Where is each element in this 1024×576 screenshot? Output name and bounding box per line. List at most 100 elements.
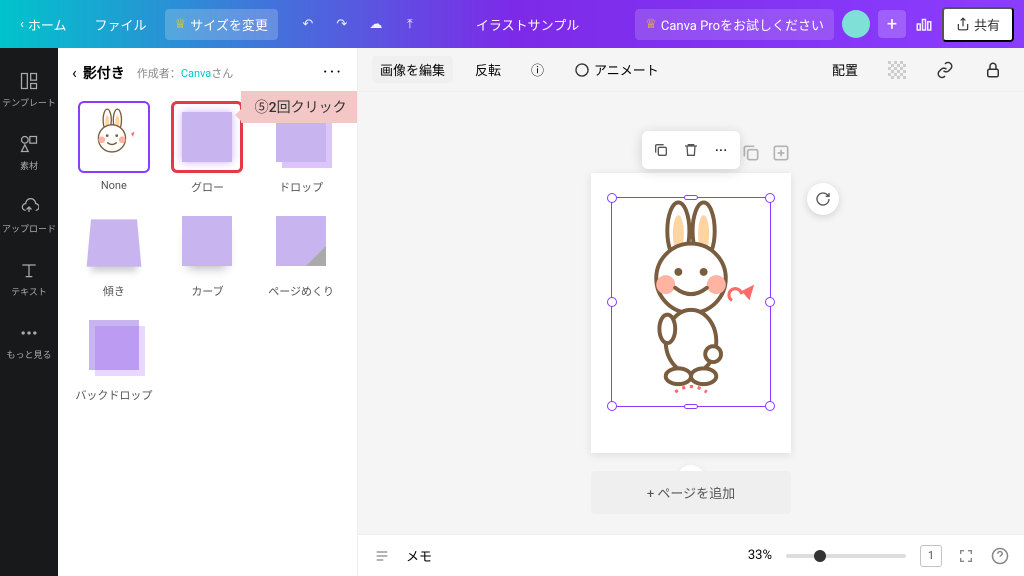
link-icon[interactable] [928,57,962,83]
more-options-button[interactable]: ··· [323,62,343,83]
more-icon [18,322,40,344]
shadow-panel: ‹ 影付き 作成者：Canvaさん ··· None ⑤2回クリック グロー ド… [58,48,358,576]
option-label: ドロップ [279,179,323,195]
rail-templates[interactable]: テンプレート [0,60,58,119]
rail-more[interactable]: もっと見る [0,312,58,371]
back-button[interactable]: ‹ [72,63,77,82]
panel-title: 影付き [83,63,125,83]
resize-handle[interactable] [684,195,698,200]
zoom-thumb[interactable] [814,550,826,562]
option-label: バックドロップ [75,387,152,403]
canvas-viewport[interactable]: ··· [358,92,1024,534]
redo-icon[interactable]: ↷ [332,14,352,34]
position-button[interactable]: 配置 [824,56,866,83]
resize-label: サイズを変更 [190,15,268,34]
rail-label: アップロード [2,222,56,235]
resize-handle[interactable] [607,193,617,203]
try-pro-button[interactable]: ♕ Canva Proをお試しください [635,9,834,40]
crown-icon: ♕ [175,17,187,32]
resize-handle[interactable] [684,404,698,409]
chevron-left-icon: ‹ [20,17,24,32]
option-label: カーブ [191,283,223,299]
file-button[interactable]: ファイル [85,9,157,40]
more-icon[interactable]: ··· [706,135,736,165]
share-icon [956,17,970,31]
try-pro-label: Canva Proをお試しください [661,15,824,34]
notes-button[interactable]: メモ [406,546,432,565]
shadow-option-backdrop[interactable]: バックドロップ [72,309,156,403]
rotate-handle[interactable] [807,183,839,215]
shadow-option-pageflip[interactable]: ページめくり [259,205,343,299]
option-label: ページめくり [268,283,334,299]
flip-button[interactable]: 反転 [467,56,509,83]
trash-icon[interactable] [676,135,706,165]
rail-elements[interactable]: 素材 [0,123,58,182]
elements-icon [18,133,40,155]
rail-label: テキスト [11,285,47,298]
option-label: グロー [191,179,224,195]
notes-icon[interactable] [372,546,392,566]
resize-handle[interactable] [765,401,775,411]
shadow-option-curve[interactable]: カーブ [166,205,250,299]
upload-icon [18,196,40,218]
rabbit-image[interactable] [612,198,770,406]
shadow-option-glow[interactable]: ⑤2回クリック グロー [166,101,250,195]
rail-label: テンプレート [2,96,56,109]
chart-icon[interactable] [914,14,934,34]
design-title[interactable]: イラストサンプル [428,15,627,34]
info-icon[interactable]: ⓘ [523,56,552,83]
lock-icon[interactable] [976,57,1010,83]
rail-label: もっと見る [6,348,51,361]
add-page-button[interactable]: + ページを追加 [591,471,791,514]
cloud-check-icon: ☁ [366,14,386,34]
option-label: 傾き [103,283,125,299]
templates-icon [18,70,40,92]
canvas-page[interactable]: ··· [591,173,791,453]
animate-icon [574,62,590,78]
add-page-icon[interactable] [771,143,791,163]
avatar[interactable] [842,10,870,38]
selection-box[interactable] [611,197,771,407]
help-icon[interactable] [990,546,1010,566]
copy-icon[interactable] [646,135,676,165]
text-icon [18,259,40,281]
resize-handle[interactable] [607,297,617,307]
transparency-icon[interactable] [880,57,914,83]
duplicate-page-icon[interactable] [741,143,761,163]
home-button[interactable]: ‹ ホーム [10,9,77,40]
zoom-slider[interactable] [786,554,906,558]
selection-toolbar: ··· [642,131,740,169]
rail-uploads[interactable]: アップロード [0,186,58,245]
footer-bar: メモ 33% 1 [358,534,1024,576]
shadow-option-none[interactable]: None [72,101,156,195]
option-label: None [101,179,127,192]
crown-icon: ♕ [645,17,657,32]
edit-toolbar: 画像を編集 反転 ⓘ アニメート 配置 [358,48,1024,92]
share-label: 共有 [974,15,1000,34]
undo-icon[interactable]: ↶ [298,14,318,34]
tutorial-annotation: ⑤2回クリック [241,91,358,123]
animate-button[interactable]: アニメート [566,56,667,83]
add-member-button[interactable]: + [878,10,906,38]
shadow-option-tilt[interactable]: 傾き [72,205,156,299]
shadow-options-grid: None ⑤2回クリック グロー ドロップ 傾き カーブ ページめくり [72,101,343,403]
rail-label: 素材 [20,159,38,172]
rail-text[interactable]: テキスト [0,249,58,308]
resize-handle[interactable] [765,297,775,307]
page-number[interactable]: 1 [920,545,942,567]
side-rail: テンプレート 素材 アップロード テキスト もっと見る [0,48,58,576]
zoom-value[interactable]: 33% [748,548,772,563]
author-link[interactable]: Canva [181,67,211,80]
share-button[interactable]: 共有 [942,7,1014,42]
edit-image-button[interactable]: 画像を編集 [372,56,453,83]
resize-handle[interactable] [765,193,775,203]
resize-handle[interactable] [607,401,617,411]
author-info: 作成者：Canvaさん [137,65,233,81]
home-label: ホーム [28,15,67,34]
fullscreen-icon[interactable] [956,546,976,566]
header: ‹ ホーム ファイル ♕ サイズを変更 ↶ ↷ ☁ ⤒ イラストサンプル ♕ C… [0,0,1024,48]
header-history-icons: ↶ ↷ ☁ ⤒ [298,14,420,34]
cloud-upload-icon[interactable]: ⤒ [400,14,420,34]
canvas-area: 画像を編集 反転 ⓘ アニメート 配置 [358,48,1024,576]
resize-button[interactable]: ♕ サイズを変更 [165,9,278,40]
